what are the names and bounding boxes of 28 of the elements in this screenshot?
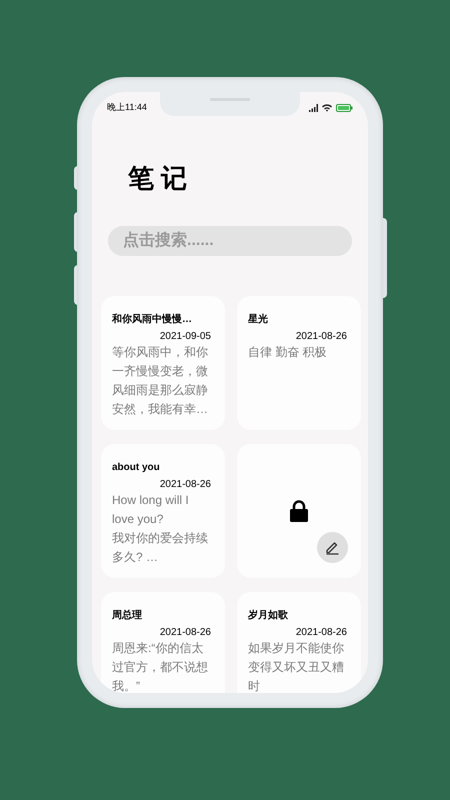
note-date: 2021-08-26 [158,478,211,491]
note-preview: 周恩来:“你的信太过官方，都不说想我。” [112,640,209,693]
note-date: 2021-08-26 [294,626,347,639]
wifi-icon [322,104,332,112]
note-preview: How long will I love you? 我对你的爱会持续多久? … [112,492,209,566]
note-title: 星光 [248,313,269,327]
note-date: 2021-09-05 [158,330,211,343]
note-title: 和你风雨中慢慢… [112,313,193,327]
note-title: 周总理 [112,609,143,623]
note-preview: 自律 勤奋 积极 [248,344,328,361]
note-title: 岁月如歌 [248,609,289,623]
note-title: about you [112,461,161,475]
note-card[interactable]: 岁月如歌 2021-08-26 如果岁月不能使你变得又坏又丑又糟时 [237,592,361,693]
search-field[interactable]: 点击搜索...... [108,226,352,256]
status-time: 晚上11:44 [107,101,147,114]
note-date: 2021-08-26 [158,626,211,639]
note-date: 2021-08-26 [294,330,347,343]
lock-icon [290,500,308,522]
note-preview: 等你风雨中，和你一齐慢慢变老，微风细雨是那么寂静安然，我能有幸… [112,344,209,418]
note-preview: 如果岁月不能使你变得又坏又丑又糟时 [248,640,345,693]
note-card[interactable]: 星光 2021-08-26 自律 勤奋 积极 [237,296,361,430]
note-card[interactable]: about you 2021-08-26 How long will I love you? 我对你的爱会持续多久? … [101,444,225,578]
note-card[interactable]: 和你风雨中慢慢… 2021-09-05 等你风雨中，和你一齐慢慢变老，微风细雨是那么寂静安然，我能有幸… [101,296,225,430]
signal-icon [308,104,318,112]
note-card[interactable]: 周总理 2021-08-26 周恩来:“你的信太过官方，都不说想我。” [101,592,225,693]
page-title: 笔 记 [128,162,188,194]
pen-icon [325,540,340,555]
battery-icon [336,104,353,112]
